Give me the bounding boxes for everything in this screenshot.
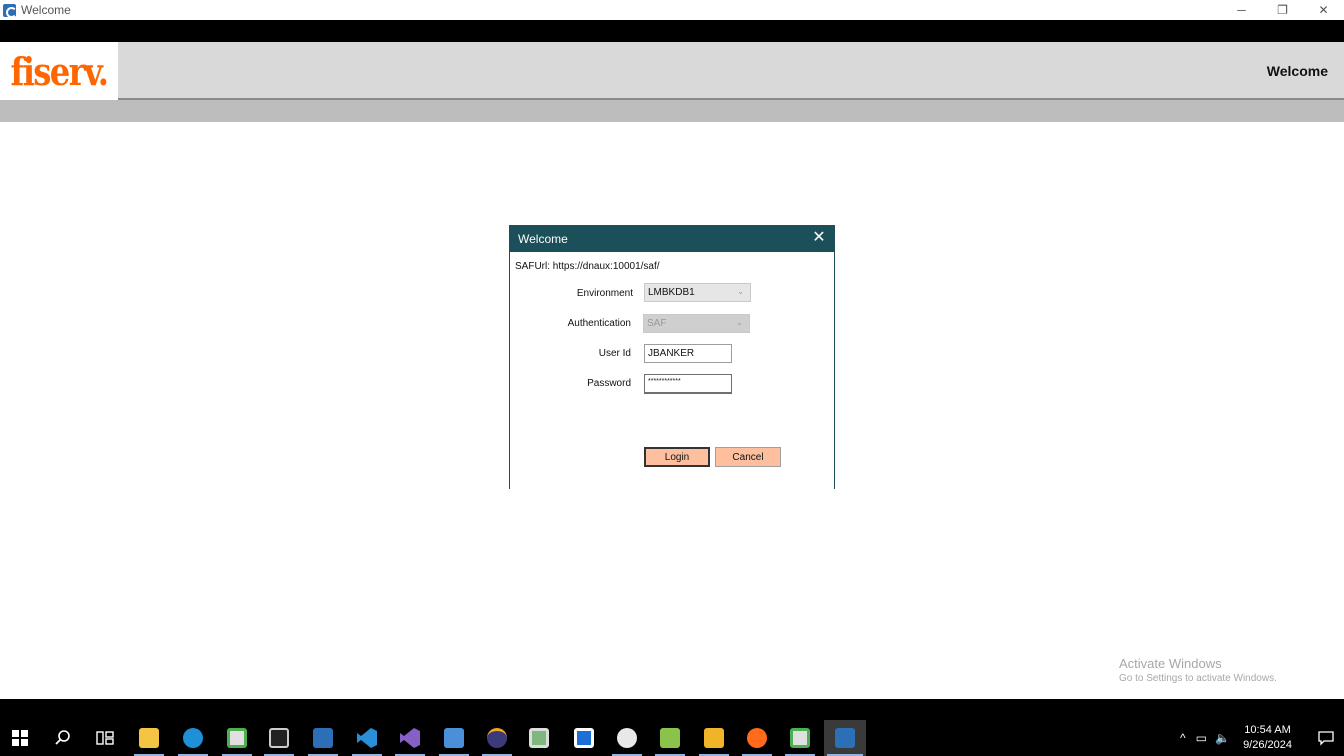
terminal-icon bbox=[269, 728, 289, 748]
orange-app-icon bbox=[747, 728, 767, 748]
window-title: Welcome bbox=[21, 3, 71, 17]
authentication-label: Authentication bbox=[567, 318, 631, 329]
app-green-icon bbox=[529, 728, 549, 748]
start-button[interactable] bbox=[2, 720, 38, 756]
app-blue-icon bbox=[574, 728, 594, 748]
taskbar-terminal[interactable] bbox=[261, 720, 297, 756]
folder-icon bbox=[139, 728, 159, 748]
cancel-button[interactable]: Cancel bbox=[715, 447, 781, 467]
chevron-up-icon[interactable]: ^ bbox=[1180, 731, 1186, 745]
taskbar-app-player[interactable] bbox=[219, 720, 255, 756]
saf-url-text: SAFUrl: https://dnaux:10001/saf/ bbox=[515, 261, 660, 272]
system-tray: ^ ▭ 🔈 bbox=[1180, 720, 1230, 756]
taskbar-installer[interactable] bbox=[696, 720, 732, 756]
taskbar-paint-app[interactable] bbox=[609, 720, 645, 756]
dialog-title: Welcome bbox=[518, 232, 568, 246]
player-icon bbox=[227, 728, 247, 748]
password-label: Password bbox=[587, 378, 631, 389]
edge-icon bbox=[183, 728, 203, 748]
volume-muted-icon[interactable]: 🔈 bbox=[1215, 731, 1230, 745]
top-black-bar bbox=[0, 20, 1344, 42]
fiserv-logo: fiserv. bbox=[10, 48, 109, 94]
authentication-value: SAF bbox=[647, 318, 667, 329]
search-icon bbox=[55, 730, 70, 745]
close-window-button[interactable]: ✕ bbox=[1303, 0, 1344, 20]
window-controls: ─ ❐ ✕ bbox=[1221, 0, 1344, 20]
notepad-icon bbox=[660, 728, 680, 748]
notifications-button[interactable] bbox=[1318, 720, 1334, 756]
tool-app-icon bbox=[444, 728, 464, 748]
logo-container: fiserv. bbox=[0, 42, 118, 100]
taskbar-eclipse[interactable] bbox=[479, 720, 515, 756]
restore-button[interactable]: ❐ bbox=[1262, 0, 1303, 20]
network-icon[interactable]: ▭ bbox=[1196, 731, 1207, 745]
task-view-button[interactable] bbox=[87, 720, 123, 756]
paint-icon bbox=[617, 728, 637, 748]
login-dialog: Welcome ✕ SAFUrl: https://dnaux:10001/sa… bbox=[509, 225, 835, 489]
subheader-bar bbox=[0, 100, 1344, 122]
taskbar-vscode[interactable] bbox=[349, 720, 385, 756]
activate-windows-watermark: Activate Windows Go to Settings to activ… bbox=[1119, 656, 1277, 684]
chevron-down-icon: ⌄ bbox=[736, 318, 743, 327]
notification-icon bbox=[1318, 731, 1334, 746]
app-header: fiserv. Welcome bbox=[0, 42, 1344, 100]
eclipse-icon bbox=[487, 728, 507, 748]
activate-title: Activate Windows bbox=[1119, 656, 1222, 671]
bottom-black-bar bbox=[0, 699, 1344, 720]
activate-subtitle: Go to Settings to activate Windows. bbox=[1119, 673, 1277, 684]
taskbar-fiserv-app[interactable] bbox=[305, 720, 341, 756]
taskbar-orange-app[interactable] bbox=[739, 720, 775, 756]
taskbar-notepad-green[interactable] bbox=[652, 720, 688, 756]
authentication-select: SAF ⌄ bbox=[643, 314, 750, 333]
taskbar-tool-app[interactable] bbox=[436, 720, 472, 756]
user-id-label: User Id bbox=[598, 348, 631, 359]
header-title: Welcome bbox=[1266, 63, 1328, 79]
app-icon bbox=[3, 3, 17, 18]
window-titlebar: Welcome ─ ❐ ✕ bbox=[0, 0, 1344, 20]
taskbar: ^ ▭ 🔈 10:54 AM 9/26/2024 bbox=[0, 720, 1344, 756]
taskbar-app-green[interactable] bbox=[521, 720, 557, 756]
taskbar-app-blue[interactable] bbox=[566, 720, 602, 756]
login-button[interactable]: Login bbox=[644, 447, 710, 467]
taskbar-edge[interactable] bbox=[175, 720, 211, 756]
user-id-input[interactable]: JBANKER bbox=[644, 344, 732, 363]
environment-select[interactable]: LMBKDB1 ⌄ bbox=[644, 283, 751, 302]
installer-icon bbox=[704, 728, 724, 748]
minimize-button[interactable]: ─ bbox=[1221, 0, 1262, 20]
dialog-titlebar: Welcome ✕ bbox=[510, 226, 834, 252]
taskbar-file-explorer[interactable] bbox=[131, 720, 167, 756]
search-button[interactable] bbox=[45, 720, 81, 756]
environment-label: Environment bbox=[576, 288, 633, 299]
taskbar-app-player-2[interactable] bbox=[782, 720, 818, 756]
fiserv-app-icon bbox=[835, 728, 855, 748]
taskbar-visual-studio[interactable] bbox=[392, 720, 428, 756]
clock-time: 10:54 AM bbox=[1244, 724, 1291, 736]
clock-date: 9/26/2024 bbox=[1243, 739, 1292, 751]
environment-value: LMBKDB1 bbox=[648, 287, 695, 298]
password-input[interactable]: ************ bbox=[644, 374, 732, 394]
visual-studio-icon bbox=[400, 728, 420, 748]
fiserv-app-icon bbox=[313, 728, 333, 748]
task-view-icon bbox=[96, 731, 114, 745]
taskbar-fiserv-app-active[interactable] bbox=[824, 720, 866, 756]
vscode-icon bbox=[357, 728, 377, 748]
windows-icon bbox=[12, 730, 28, 746]
taskbar-clock[interactable]: 10:54 AM 9/26/2024 bbox=[1243, 723, 1292, 753]
player-icon bbox=[790, 728, 810, 748]
dialog-close-icon[interactable]: ✕ bbox=[812, 230, 826, 246]
chevron-down-icon: ⌄ bbox=[737, 287, 744, 296]
